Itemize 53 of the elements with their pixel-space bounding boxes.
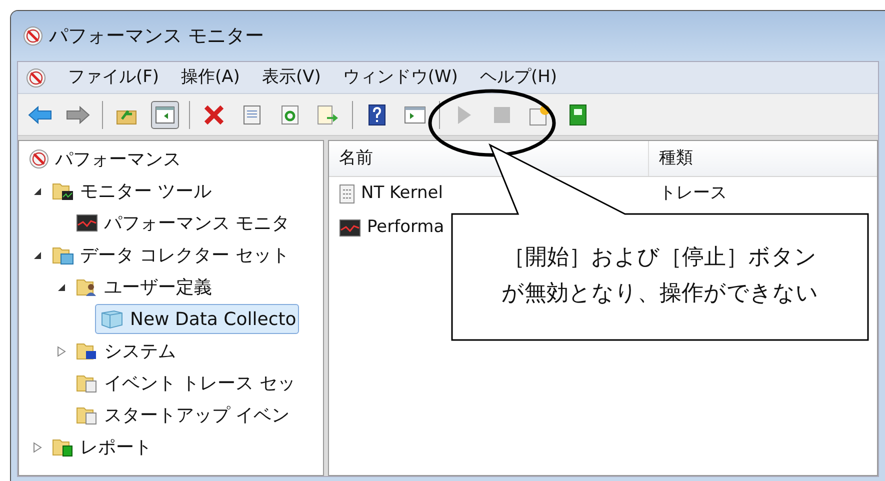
help-icon [368,104,386,126]
tree-item[interactable]: パフォーマンス [55,146,181,172]
tree-item[interactable]: システム [71,336,179,366]
list-cell-text: Performa [367,216,444,240]
window-pane-icon [155,106,175,124]
back-arrow-icon [28,104,52,124]
data-folder-icon [52,245,74,265]
refresh-icon [281,104,299,124]
menu-item[interactable]: ヘルプ(H) [480,64,557,90]
list-cell-text: NT Kernel [361,182,443,206]
trace-folder-icon [76,405,98,425]
menu-item[interactable]: 表示(V) [262,64,321,90]
expanded-arrow-icon[interactable] [56,282,66,292]
tree-item[interactable]: New Data Collecto [95,304,300,334]
cube-icon [100,309,124,329]
menu-item[interactable]: ウィンドウ(W) [342,64,458,90]
tree-item[interactable]: データ コレクター セット [47,240,292,270]
gauge-icon [23,26,43,46]
expanded-arrow-icon[interactable] [32,250,42,260]
window-pane-icon [404,106,426,124]
tree-item[interactable]: レポート [47,432,155,462]
new-item-icon [529,104,551,126]
gauge-icon [26,68,46,88]
properties-icon [243,104,261,124]
menu-item[interactable]: 操作(A) [181,64,240,90]
list-cell-text: トレース [658,182,728,206]
expanded-arrow-icon[interactable] [32,186,42,196]
graph-icon [339,219,361,237]
user-folder-icon [76,277,98,297]
system-folder-icon [76,341,98,361]
callout-text: ［開始］および［停止］ボタンが無効となり、操作ができない [500,244,820,308]
binary-file-icon [339,184,355,204]
forward-arrow-icon [66,104,90,124]
tree-item[interactable]: パフォーマンス モニタ [71,208,293,238]
tree-item[interactable]: スタートアップ イベン [71,400,293,430]
column-header[interactable]: 種類 [649,141,877,176]
delete-icon [203,104,225,124]
trace-folder-icon [76,373,98,393]
tree-item[interactable]: ユーザー定義 [71,272,215,302]
tree-item[interactable]: モニター ツール [47,176,215,206]
window-title: パフォーマンス モニター [49,24,264,49]
gauge-icon [29,149,49,169]
collapsed-arrow-icon[interactable] [32,442,42,452]
export-list-icon [317,104,339,124]
collapsed-arrow-icon[interactable] [56,346,66,356]
graph-icon [76,214,98,232]
stop-icon [493,106,511,124]
tree-item[interactable]: イベント トレース セッ [71,368,298,398]
monitor-folder-icon [52,181,74,201]
report-folder-icon [52,437,74,457]
book-icon [569,104,587,126]
menu-item[interactable]: ファイル(F) [68,64,160,90]
play-icon [456,104,472,124]
